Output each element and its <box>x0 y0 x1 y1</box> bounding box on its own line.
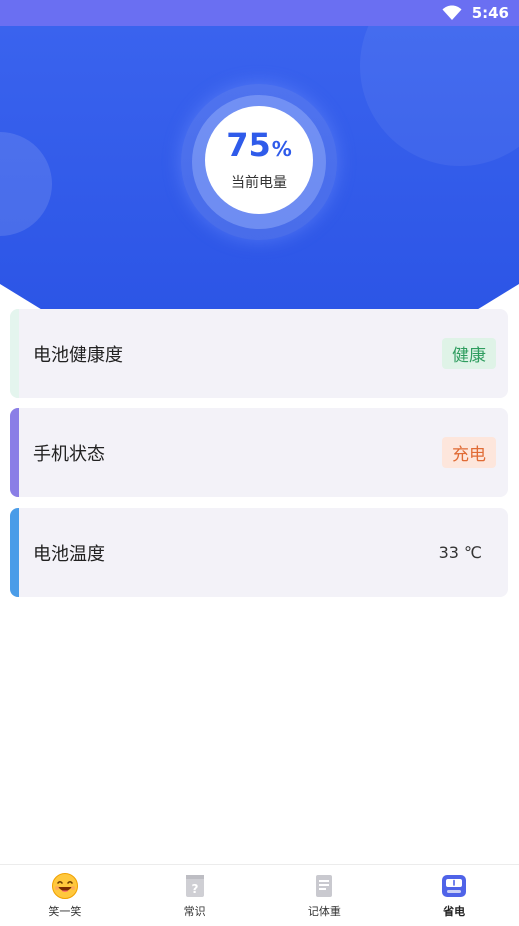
card-battery-temperature-label: 电池温度 <box>33 543 105 565</box>
battery-percentage: 75 % <box>226 128 292 166</box>
question-book-icon: ? <box>185 874 204 897</box>
nav-label: 笑一笑 <box>48 904 82 918</box>
svg-text:?: ? <box>191 882 198 896</box>
card-battery-temperature: 电池温度 33 ℃ <box>10 508 508 597</box>
notebook-icon <box>316 874 333 897</box>
nav-item-knowledge[interactable]: ? 常识 <box>130 865 260 926</box>
nav-item-power-saving[interactable]: 省电 <box>389 865 519 926</box>
battery-gauge-label: 当前电量 <box>231 175 287 191</box>
battery-percentage-unit: % <box>271 137 292 161</box>
card-battery-health-label: 电池健康度 <box>33 344 123 366</box>
card-phone-status-label: 手机状态 <box>33 443 105 465</box>
battery-hero: 75 % 当前电量 <box>0 26 519 311</box>
battery-percentage-number: 75 <box>226 126 271 164</box>
nav-label: 省电 <box>443 904 466 918</box>
battery-health-badge: 健康 <box>442 338 496 369</box>
status-bar: 5:46 <box>0 0 519 26</box>
battery-temperature-value: 33 ℃ <box>438 543 482 562</box>
card-phone-status: 手机状态 充电 <box>10 408 508 497</box>
battery-gauge: 75 % 当前电量 <box>205 106 313 214</box>
wifi-icon <box>442 5 462 20</box>
phone-status-badge: 充电 <box>442 437 496 468</box>
nav-item-weight[interactable]: 记体重 <box>260 865 390 926</box>
scale-icon <box>442 874 467 897</box>
bottom-nav: 笑一笑 ? 常识 记体重 省电 <box>0 864 519 926</box>
nav-label: 常识 <box>183 904 206 918</box>
status-time: 5:46 <box>471 4 509 22</box>
nav-label: 记体重 <box>307 904 341 918</box>
card-battery-health: 电池健康度 健康 <box>10 309 508 398</box>
smile-emoji-icon <box>51 872 78 899</box>
nav-item-joke[interactable]: 笑一笑 <box>0 865 130 926</box>
